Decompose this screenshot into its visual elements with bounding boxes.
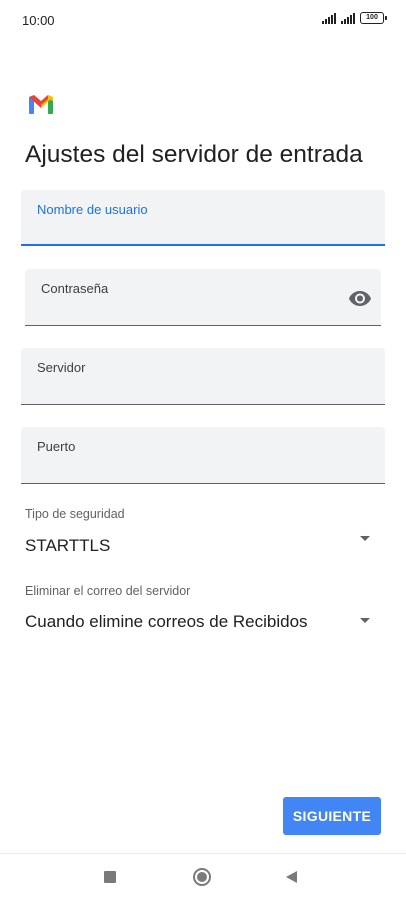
port-label: Puerto [37, 439, 76, 454]
username-label: Nombre de usuario [37, 202, 148, 217]
battery-icon: 100 [360, 12, 387, 24]
home-circle-icon[interactable] [193, 868, 211, 886]
gmail-logo-icon [29, 95, 53, 114]
next-button[interactable]: SIGUIENTE [283, 797, 381, 835]
username-field[interactable]: Nombre de usuario [21, 190, 385, 246]
status-bar: 10:00 100 [0, 0, 406, 40]
server-field[interactable]: Servidor [21, 348, 385, 405]
server-input[interactable] [37, 378, 369, 398]
status-time: 10:00 [22, 13, 55, 28]
eye-icon[interactable] [348, 286, 372, 310]
security-type-value[interactable]: STARTTLS [25, 536, 110, 556]
nav-bar [0, 853, 406, 902]
status-icons: 100 [322, 12, 387, 24]
recents-square-icon[interactable] [104, 871, 116, 883]
security-type-label: Tipo de seguridad [25, 507, 125, 521]
page-title: Ajustes del servidor de entrada [25, 141, 363, 168]
signal-icon-2 [341, 12, 355, 24]
delete-from-server-label: Eliminar el correo del servidor [25, 584, 191, 598]
chevron-down-icon[interactable] [360, 536, 370, 541]
password-label: Contraseña [41, 281, 109, 296]
username-input[interactable] [37, 218, 369, 238]
back-triangle-icon[interactable] [286, 871, 297, 883]
chevron-down-icon-2[interactable] [360, 618, 370, 623]
port-input[interactable] [37, 457, 369, 477]
signal-icon [322, 12, 336, 24]
server-label: Servidor [37, 360, 86, 375]
delete-from-server-value[interactable]: Cuando elimine correos de Recibidos [25, 612, 308, 632]
password-field[interactable]: Contraseña [25, 269, 381, 326]
port-field[interactable]: Puerto [21, 427, 385, 484]
password-input[interactable] [41, 299, 337, 319]
